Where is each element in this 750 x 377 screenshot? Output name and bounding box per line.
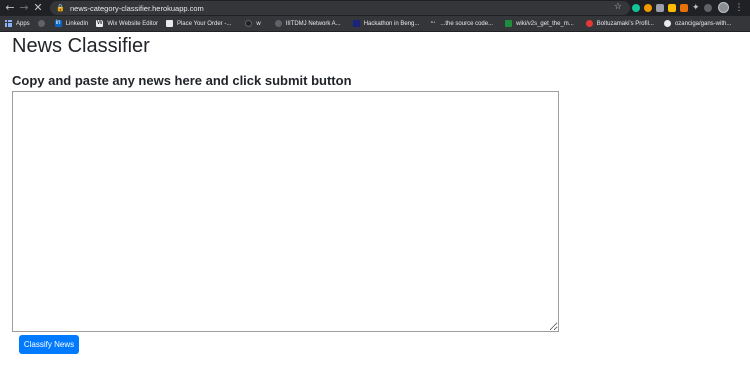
linkedin-icon: in — [54, 20, 62, 27]
wix-icon: W — [96, 20, 104, 27]
bookmark-wiki[interactable]: wiki/v2s_get_the_m... — [505, 16, 574, 32]
page-content: News Classifier Copy and paste any news … — [0, 33, 750, 377]
bookmark-github-gans[interactable]: ozanciga/gans-with... — [663, 16, 731, 32]
news-text-input[interactable] — [12, 91, 559, 332]
bookmark-github-w[interactable]: w — [245, 16, 261, 32]
extension-icon[interactable] — [656, 3, 664, 12]
bookmark-kaggle[interactable]: Boltuzamaki's Profil... — [585, 16, 654, 32]
globe-icon — [274, 20, 282, 27]
bookmark-iiitdmj[interactable]: IIITDMJ Network A... — [274, 16, 341, 32]
extensions-area: ✦ ⋮ — [632, 2, 744, 13]
bookmark-source-code[interactable]: ➳ ...the source code... — [429, 16, 493, 32]
page-icon — [165, 20, 173, 27]
classify-news-button[interactable]: Classify News — [19, 335, 79, 354]
bird-icon: ➳ — [430, 20, 436, 26]
github-icon — [663, 20, 671, 27]
browser-toolbar: ← → ✕ 🔒 news-category-classifier.herokua… — [0, 0, 750, 16]
bookmark-wix[interactable]: W Wix Website Editor — [96, 16, 158, 32]
extension-icon[interactable] — [644, 3, 652, 12]
back-button[interactable]: ← — [3, 1, 17, 15]
forward-button[interactable]: → — [17, 1, 31, 15]
page-title: News Classifier — [12, 35, 150, 57]
extension-icon[interactable] — [703, 3, 712, 12]
chrome-menu-icon[interactable]: ⋮ — [735, 3, 744, 13]
url-text[interactable]: news-category-classifier.herokuapp.com — [70, 4, 204, 13]
globe-icon — [37, 20, 45, 27]
extensions-puzzle-icon[interactable]: ✦ — [692, 3, 700, 13]
bookmark-apps[interactable]: Apps — [5, 16, 30, 32]
bookmark-globe[interactable] — [37, 16, 49, 32]
stop-loading-button[interactable]: ✕ — [31, 1, 45, 15]
apps-grid-icon — [5, 20, 12, 27]
extension-icon[interactable] — [668, 3, 676, 12]
wiki-icon — [505, 20, 513, 27]
kaggle-icon — [585, 20, 593, 27]
bookmark-linkedin[interactable]: in LinkedIn — [54, 16, 88, 32]
hackathon-icon — [352, 20, 360, 27]
grammarly-extension-icon[interactable] — [632, 3, 640, 12]
profile-avatar[interactable] — [717, 2, 729, 13]
instructions-heading: Copy and paste any news here and click s… — [12, 73, 352, 88]
extension-icon[interactable] — [680, 3, 688, 12]
address-bar[interactable]: 🔒 news-category-classifier.herokuapp.com… — [50, 1, 630, 15]
bookmarks-bar: Apps in LinkedIn W Wix Website Editor Pl… — [0, 16, 750, 32]
lock-icon[interactable]: 🔒 — [56, 4, 66, 12]
github-icon — [245, 20, 253, 27]
bookmark-star-icon[interactable]: ☆ — [614, 2, 622, 12]
bookmark-place-order[interactable]: Place Your Order -... — [165, 16, 231, 32]
bookmark-hackathon[interactable]: Hackathon in Beng... — [352, 16, 419, 32]
